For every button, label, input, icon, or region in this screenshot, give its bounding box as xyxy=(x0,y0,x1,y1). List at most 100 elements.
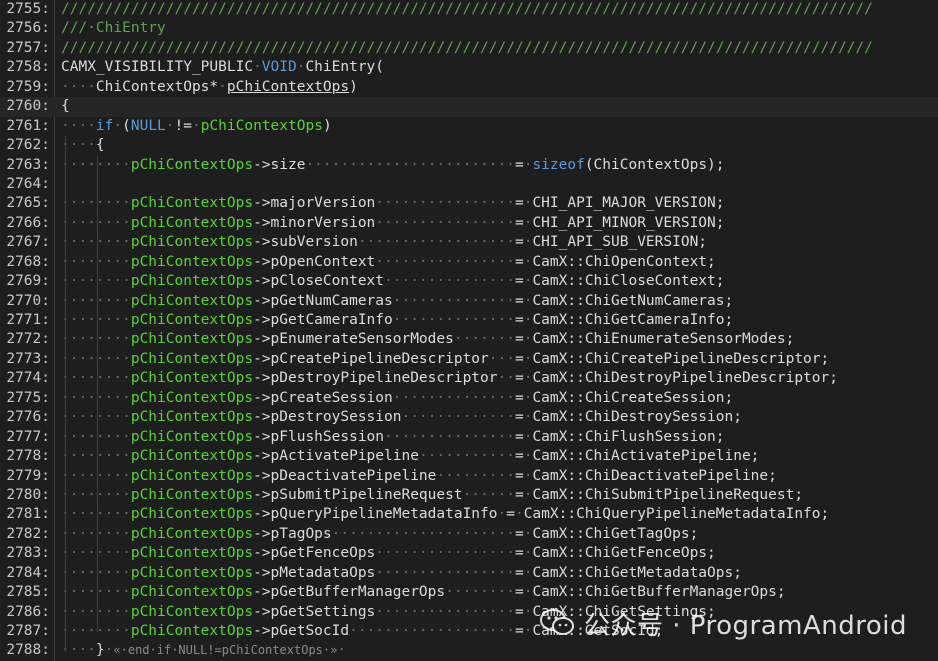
code-text[interactable]: ········pChiContextOps->pDeactivatePipel… xyxy=(61,467,777,486)
whitespace-marker: ················ xyxy=(375,545,515,562)
code-token: ->size xyxy=(253,156,306,173)
code-text[interactable]: ········pChiContextOps->pGetCameraInfo··… xyxy=(61,311,733,330)
whitespace-marker: ········ xyxy=(61,448,131,465)
code-text[interactable]: ········pChiContextOps->pGetSettings····… xyxy=(61,603,716,622)
code-line[interactable]: 2771: ········pChiContextOps->pGetCameraI… xyxy=(0,311,938,330)
code-token: ->pQueryPipelineMetadataInfo xyxy=(253,506,498,523)
code-line[interactable]: 2779: ········pChiContextOps->pDeactivate… xyxy=(0,467,938,486)
code-text[interactable]: ········pChiContextOps->pGetSocId·······… xyxy=(61,622,663,641)
code-text[interactable]: ///·ChiEntry xyxy=(61,19,166,38)
code-text[interactable]: ····ChiContextOps*·pChiContextOps) xyxy=(61,78,358,97)
code-line[interactable]: 2778: ········pChiContextOps->pActivatePi… xyxy=(0,447,938,466)
whitespace-marker: ········ xyxy=(61,486,131,503)
code-text[interactable]: ········pChiContextOps->pDestroyPipeline… xyxy=(61,369,838,388)
code-text[interactable]: CAMX_VISIBILITY_PUBLIC·VOID·ChiEntry( xyxy=(61,58,384,77)
code-line[interactable]: 2785: ········pChiContextOps->pGetBufferM… xyxy=(0,583,938,602)
code-text[interactable]: ········pChiContextOps->pGetBufferManage… xyxy=(61,583,786,602)
code-line[interactable]: 2782: ········pChiContextOps->pTagOps····… xyxy=(0,525,938,544)
code-text[interactable]: ········pChiContextOps->subVersion······… xyxy=(61,233,707,252)
code-line[interactable]: 2773: ········pChiContextOps->pCreatePipe… xyxy=(0,350,938,369)
code-text[interactable]: ····}·«·end·if·NULL!=pChiContextOps·»· xyxy=(61,641,346,660)
code-text[interactable]: ········pChiContextOps->pActivatePipelin… xyxy=(61,447,759,466)
code-text[interactable]: ········pChiContextOps->pQueryPipelineMe… xyxy=(61,505,829,524)
code-token: CHI_API_SUB_VERSION; xyxy=(532,234,708,251)
code-token: CamX::ChiSubmitPipelineRequest; xyxy=(532,486,804,503)
code-line[interactable]: 2758: CAMX_VISIBILITY_PUBLIC·VOID·ChiEntr… xyxy=(0,58,938,77)
code-text[interactable]: ········pChiContextOps->pDestroySession·… xyxy=(61,408,742,427)
code-line[interactable]: 2760: { xyxy=(0,97,938,117)
code-line[interactable]: 2786: ········pChiContextOps->pGetSetting… xyxy=(0,603,938,622)
code-token: = xyxy=(514,253,524,270)
code-text[interactable]: ····if·(NULL·!=·pChiContextOps) xyxy=(61,117,332,136)
line-number: 2781: xyxy=(6,506,50,523)
code-editor[interactable]: 2755: ///////////////////////////////////… xyxy=(0,0,938,661)
code-token: = xyxy=(514,525,524,542)
line-number: 2756: xyxy=(6,20,50,37)
code-token: pChiContextOps xyxy=(130,156,254,173)
code-text[interactable]: ········pChiContextOps->pEnumerateSensor… xyxy=(61,330,794,349)
code-line[interactable]: 2756: ///·ChiEntry xyxy=(0,19,938,38)
code-line[interactable]: 2766: ········pChiContextOps->minorVersio… xyxy=(0,214,938,233)
code-token: = xyxy=(514,273,524,290)
code-token: = xyxy=(514,292,524,309)
code-line[interactable]: 2775: ········pChiContextOps->pCreateSess… xyxy=(0,389,938,408)
code-line[interactable]: 2772: ········pChiContextOps->pEnumerateS… xyxy=(0,330,938,349)
whitespace-marker: ··················· xyxy=(349,623,515,639)
code-text[interactable]: ········pChiContextOps->pCreateSession··… xyxy=(61,389,733,408)
line-number: 2759: xyxy=(6,78,50,95)
code-text[interactable]: ········pChiContextOps->pGetNumCameras··… xyxy=(61,292,733,311)
code-text[interactable]: ········pChiContextOps->pFlushSession···… xyxy=(61,428,725,447)
whitespace-marker: ····················· xyxy=(331,525,515,542)
whitespace-marker: ········ xyxy=(61,584,131,601)
code-lines[interactable]: 2755: ///////////////////////////////////… xyxy=(0,0,938,661)
code-text[interactable]: ········pChiContextOps->majorVersion····… xyxy=(61,194,725,213)
code-line[interactable]: 2780: ········pChiContextOps->pSubmitPipe… xyxy=(0,486,938,505)
code-line[interactable]: 2755: ///////////////////////////////////… xyxy=(0,0,938,19)
code-line[interactable]: 2777: ········pChiContextOps->pFlushSessi… xyxy=(0,428,938,447)
code-line[interactable]: 2784: ········pChiContextOps->pMetadataOp… xyxy=(0,564,938,583)
code-line[interactable]: 2770: ········pChiContextOps->pGetNumCame… xyxy=(0,292,938,311)
code-line[interactable]: 2787: ········pChiContextOps->pGetSocId··… xyxy=(0,622,938,641)
code-line[interactable]: 2776: ········pChiContextOps->pDestroySes… xyxy=(0,408,938,427)
code-line[interactable]: 2788: ····} ·«·end·if·NULL!=pChiContextOps… xyxy=(0,641,938,660)
code-line[interactable]: 2763: ········pChiContextOps->size·······… xyxy=(0,156,938,175)
code-line[interactable]: 2762: ····{ xyxy=(0,136,938,155)
code-text[interactable]: ········pChiContextOps->pOpenContext····… xyxy=(61,253,716,272)
code-text[interactable]: ········pChiContextOps->pCloseContext···… xyxy=(61,272,725,291)
code-line[interactable]: 2774: ········pChiContextOps->pDestroyPip… xyxy=(0,369,938,388)
line-number: 2776: xyxy=(6,409,50,426)
line-number: 2771: xyxy=(6,312,50,328)
code-text[interactable]: ////////////////////////////////////////… xyxy=(61,39,873,58)
code-line[interactable]: 2761: ····if·(NULL·!=·pChiContextOps) xyxy=(0,117,938,136)
code-line[interactable]: 2783: ········pChiContextOps->pGetFenceOp… xyxy=(0,544,938,563)
code-text[interactable]: ········pChiContextOps->pGetFenceOps····… xyxy=(61,544,716,563)
code-line[interactable]: 2759: ····ChiContextOps*·pChiContextOps) xyxy=(0,78,938,97)
code-token: pChiContextOps xyxy=(200,117,323,134)
code-line[interactable]: 2764: xyxy=(0,175,938,194)
code-text[interactable]: ········pChiContextOps->pMetadataOps····… xyxy=(61,564,742,583)
code-token: = xyxy=(514,467,524,484)
code-text[interactable]: ········pChiContextOps->minorVersion····… xyxy=(61,214,725,233)
code-line[interactable]: 2767: ········pChiContextOps->subVersion·… xyxy=(0,233,938,252)
code-token: ////////////////////////////////////////… xyxy=(61,1,873,17)
code-token: pChiContextOps xyxy=(130,525,254,542)
code-text[interactable]: { xyxy=(61,97,70,116)
whitespace-marker: ········ xyxy=(61,545,131,562)
code-token: «·end·if·NULL!=pChiContextOps·» xyxy=(113,643,338,658)
code-token: ->pGetSocId xyxy=(253,623,350,639)
code-token: ->pGetNumCameras xyxy=(253,292,393,309)
line-number: 2757: xyxy=(6,39,50,56)
code-line[interactable]: 2781: ········pChiContextOps->pQueryPipel… xyxy=(0,505,938,524)
code-text[interactable]: ········pChiContextOps->size············… xyxy=(61,156,725,175)
line-number: 2766: xyxy=(6,214,50,231)
code-line[interactable]: 2757: ///////////////////////////////////… xyxy=(0,39,938,58)
code-text[interactable]: ········pChiContextOps->pTagOps·········… xyxy=(61,525,698,544)
code-text[interactable]: ········pChiContextOps->pSubmitPipelineR… xyxy=(61,486,803,505)
code-text[interactable]: ····{ xyxy=(61,136,105,155)
code-text[interactable]: ////////////////////////////////////////… xyxy=(61,0,873,19)
code-line[interactable]: 2765: ········pChiContextOps->majorVersio… xyxy=(0,194,938,213)
code-line[interactable]: 2769: ········pChiContextOps->pCloseConte… xyxy=(0,272,938,291)
code-token: CAMX_VISIBILITY_PUBLIC xyxy=(61,59,254,76)
code-text[interactable]: ········pChiContextOps->pCreatePipelineD… xyxy=(61,350,829,369)
code-line[interactable]: 2768: ········pChiContextOps->pOpenContex… xyxy=(0,253,938,272)
